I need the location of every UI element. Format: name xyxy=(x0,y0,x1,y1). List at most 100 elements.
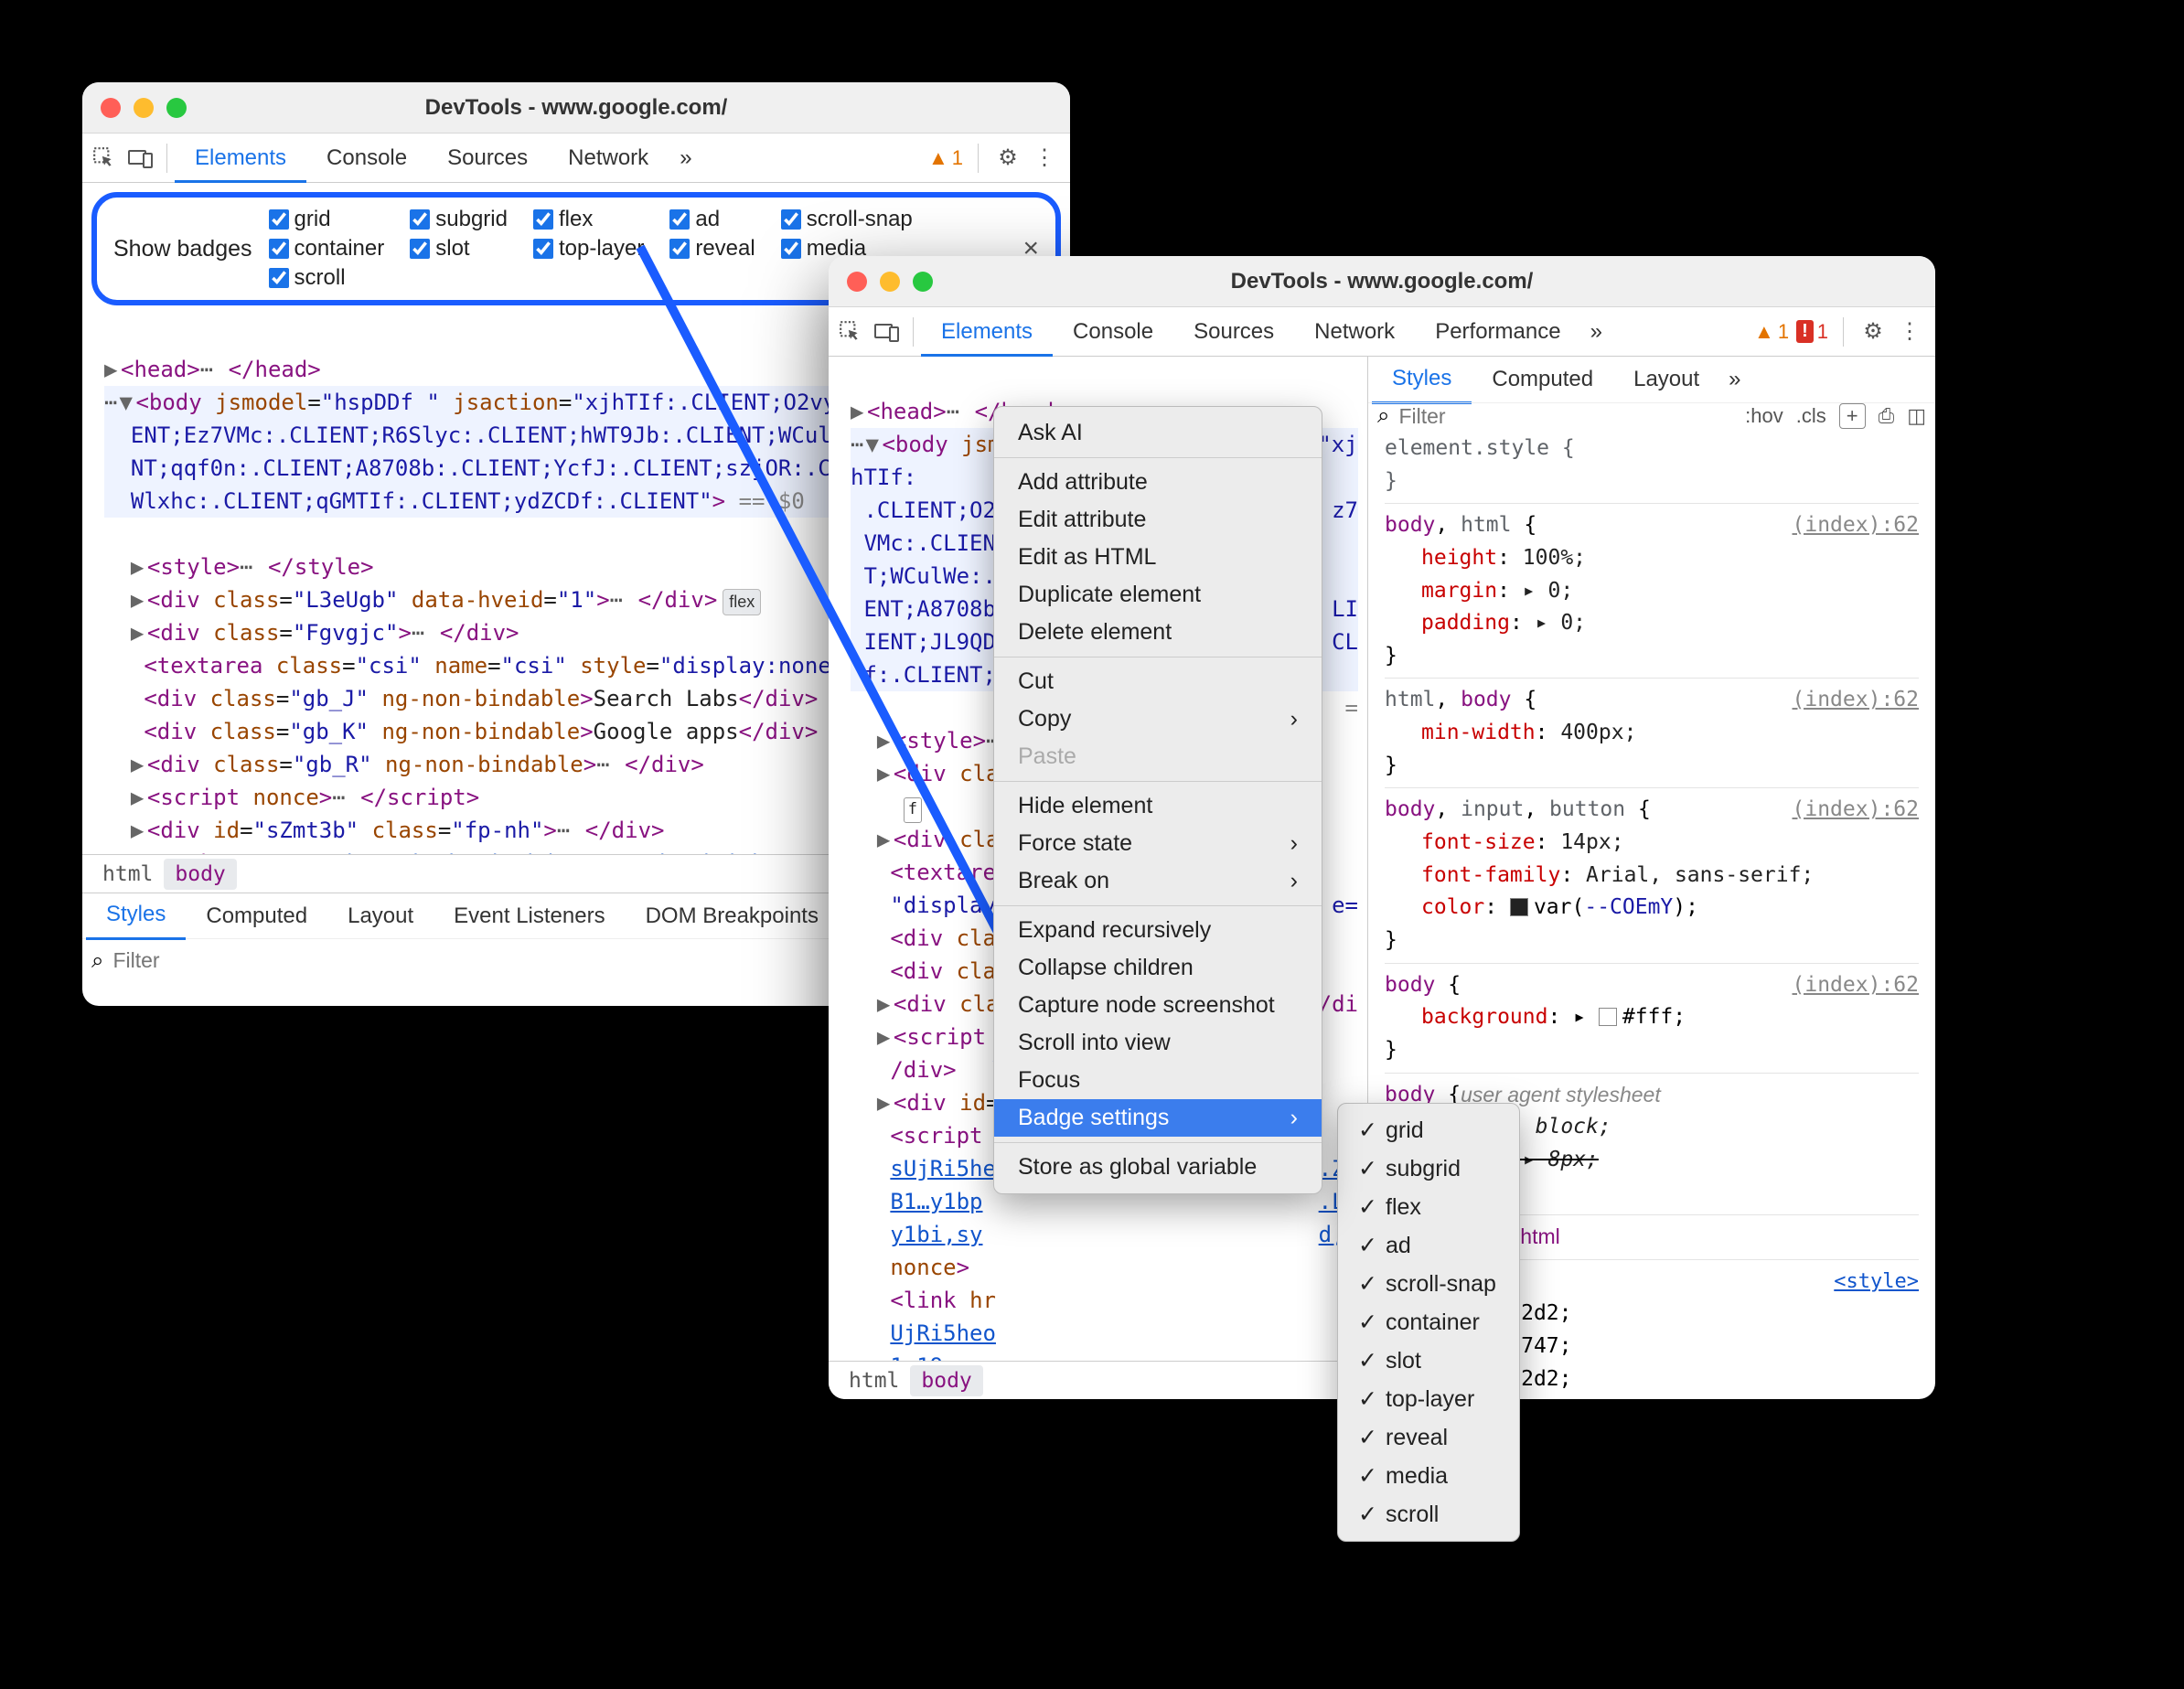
tab-sources[interactable]: Sources xyxy=(1173,307,1294,357)
tab-console[interactable]: Console xyxy=(1053,307,1173,357)
stab-layout[interactable]: Layout xyxy=(327,893,434,939)
tab-network[interactable]: Network xyxy=(1294,307,1415,357)
menu-item-add-attribute[interactable]: Add attribute xyxy=(994,464,1322,501)
badge-grid[interactable]: grid xyxy=(269,207,385,232)
menu-item-expand-recursively[interactable]: Expand recursively xyxy=(994,912,1322,949)
badge-top-layer[interactable]: top-layer xyxy=(533,236,644,262)
inspect-icon[interactable] xyxy=(86,134,123,183)
warning-badge[interactable]: ▲1 xyxy=(928,146,963,170)
badge-reveal[interactable]: reveal xyxy=(669,236,755,262)
submenu-container[interactable]: ✓container xyxy=(1338,1303,1519,1342)
styles-filter-row: ⌕ :hov .cls + ⎙ ◫ xyxy=(1368,402,1935,429)
gear-icon[interactable]: ⚙ xyxy=(1858,318,1888,345)
filter-icon: ⌕ xyxy=(91,948,103,974)
submenu-flex[interactable]: ✓flex xyxy=(1338,1188,1519,1226)
submenu-subgrid[interactable]: ✓subgrid xyxy=(1338,1149,1519,1188)
breadcrumb[interactable]: html body xyxy=(829,1361,1368,1399)
tabs-overflow[interactable]: » xyxy=(669,134,702,183)
hov-toggle[interactable]: :hov xyxy=(1745,404,1783,428)
device-icon[interactable] xyxy=(869,307,905,357)
stab-computed[interactable]: Computed xyxy=(186,893,327,939)
styles-filter-input[interactable] xyxy=(1398,404,1736,429)
traffic-lights xyxy=(82,98,187,118)
menu-item-scroll-into-view[interactable]: Scroll into view xyxy=(994,1024,1322,1062)
panel-layout-icon[interactable]: ◫ xyxy=(1907,404,1926,428)
add-rule-button[interactable]: + xyxy=(1839,403,1866,429)
submenu-scroll-snap[interactable]: ✓scroll-snap xyxy=(1338,1265,1519,1303)
stab-styles[interactable]: Styles xyxy=(86,892,186,940)
cls-toggle[interactable]: .cls xyxy=(1796,404,1826,428)
menu-item-delete-element[interactable]: Delete element xyxy=(994,614,1322,651)
error-badge[interactable]: !1 xyxy=(1796,320,1828,344)
menu-item-collapse-children[interactable]: Collapse children xyxy=(994,949,1322,987)
traffic-lights xyxy=(829,272,933,292)
menu-item-ask-ai[interactable]: Ask AI xyxy=(994,414,1322,452)
badge-container[interactable]: container xyxy=(269,236,385,262)
menu-item-copy[interactable]: Copy› xyxy=(994,700,1322,738)
titlebar: DevTools - www.google.com/ xyxy=(82,82,1070,134)
badge-scroll[interactable]: scroll xyxy=(269,265,385,291)
badge-subgrid[interactable]: subgrid xyxy=(410,207,508,232)
submenu-slot[interactable]: ✓slot xyxy=(1338,1342,1519,1380)
stab-styles[interactable]: Styles xyxy=(1372,356,1472,404)
titlebar: DevTools - www.google.com/ xyxy=(829,256,1935,307)
menu-item-force-state[interactable]: Force state› xyxy=(994,825,1322,862)
minimize-icon[interactable] xyxy=(134,98,154,118)
badge-ad[interactable]: ad xyxy=(669,207,755,232)
maximize-icon[interactable] xyxy=(913,272,933,292)
warning-badge[interactable]: ▲1 xyxy=(1754,320,1789,344)
menu-item-paste: Paste xyxy=(994,738,1322,775)
context-menu[interactable]: Ask AI Add attributeEdit attributeEdit as… xyxy=(993,406,1322,1194)
menu-item-duplicate-element[interactable]: Duplicate element xyxy=(994,576,1322,614)
badges-label: Show badges xyxy=(113,236,252,262)
stab-dom-breakpoints[interactable]: DOM Breakpoints xyxy=(626,893,839,939)
badge-flex[interactable]: flex xyxy=(533,207,644,232)
submenu-top-layer[interactable]: ✓top-layer xyxy=(1338,1380,1519,1418)
main-toolbar: Elements Console Sources Network » ▲1 ⚙ … xyxy=(82,134,1070,183)
tab-network[interactable]: Network xyxy=(548,134,669,183)
kebab-icon[interactable]: ⋮ xyxy=(1030,144,1059,171)
submenu-scroll[interactable]: ✓scroll xyxy=(1338,1495,1519,1534)
menu-item-edit-as-html[interactable]: Edit as HTML xyxy=(994,539,1322,576)
device-icon[interactable] xyxy=(123,134,159,183)
crumb-html[interactable]: html xyxy=(838,1365,910,1396)
submenu-reveal[interactable]: ✓reveal xyxy=(1338,1418,1519,1457)
stab-layout[interactable]: Layout xyxy=(1613,357,1719,402)
menu-item-edit-attribute[interactable]: Edit attribute xyxy=(994,501,1322,539)
menu-item-break-on[interactable]: Break on› xyxy=(994,862,1322,900)
window-title: DevTools - www.google.com/ xyxy=(829,269,1935,294)
gear-icon[interactable]: ⚙ xyxy=(993,144,1022,171)
submenu-grid[interactable]: ✓grid xyxy=(1338,1111,1519,1149)
tab-elements[interactable]: Elements xyxy=(175,134,306,183)
close-icon[interactable] xyxy=(101,98,121,118)
tab-performance[interactable]: Performance xyxy=(1415,307,1580,357)
menu-item-capture-node-screenshot[interactable]: Capture node screenshot xyxy=(994,987,1322,1024)
menu-item-badge-settings[interactable]: Badge settings› xyxy=(994,1099,1322,1137)
tab-elements[interactable]: Elements xyxy=(921,307,1053,357)
tabs-overflow[interactable]: » xyxy=(1581,307,1611,357)
minimize-icon[interactable] xyxy=(880,272,900,292)
badge-slot[interactable]: slot xyxy=(410,236,508,262)
menu-item-cut[interactable]: Cut xyxy=(994,663,1322,700)
stabs-overflow[interactable]: » xyxy=(1719,357,1750,402)
tab-console[interactable]: Console xyxy=(306,134,427,183)
menu-item-store-as-global-variable[interactable]: Store as global variable xyxy=(994,1149,1322,1186)
badge-submenu[interactable]: ✓grid✓subgrid✓flex✓ad✓scroll-snap✓contai… xyxy=(1337,1103,1520,1542)
stab-computed[interactable]: Computed xyxy=(1472,357,1613,402)
submenu-ad[interactable]: ✓ad xyxy=(1338,1226,1519,1265)
maximize-icon[interactable] xyxy=(166,98,187,118)
submenu-media[interactable]: ✓media xyxy=(1338,1457,1519,1495)
kebab-icon[interactable]: ⋮ xyxy=(1895,318,1924,345)
inspect-icon[interactable] xyxy=(832,307,869,357)
tab-sources[interactable]: Sources xyxy=(427,134,548,183)
crumb-html[interactable]: html xyxy=(91,859,164,890)
stab-event-listeners[interactable]: Event Listeners xyxy=(434,893,625,939)
badge-scroll-snap[interactable]: scroll-snap xyxy=(781,207,913,232)
crumb-body[interactable]: body xyxy=(910,1365,982,1396)
styles-tabs: Styles Computed Layout » xyxy=(1368,357,1935,402)
close-icon[interactable] xyxy=(847,272,867,292)
crumb-body[interactable]: body xyxy=(164,859,236,890)
menu-item-focus[interactable]: Focus xyxy=(994,1062,1322,1099)
print-icon[interactable]: ⎙ xyxy=(1879,404,1895,428)
menu-item-hide-element[interactable]: Hide element xyxy=(994,787,1322,825)
